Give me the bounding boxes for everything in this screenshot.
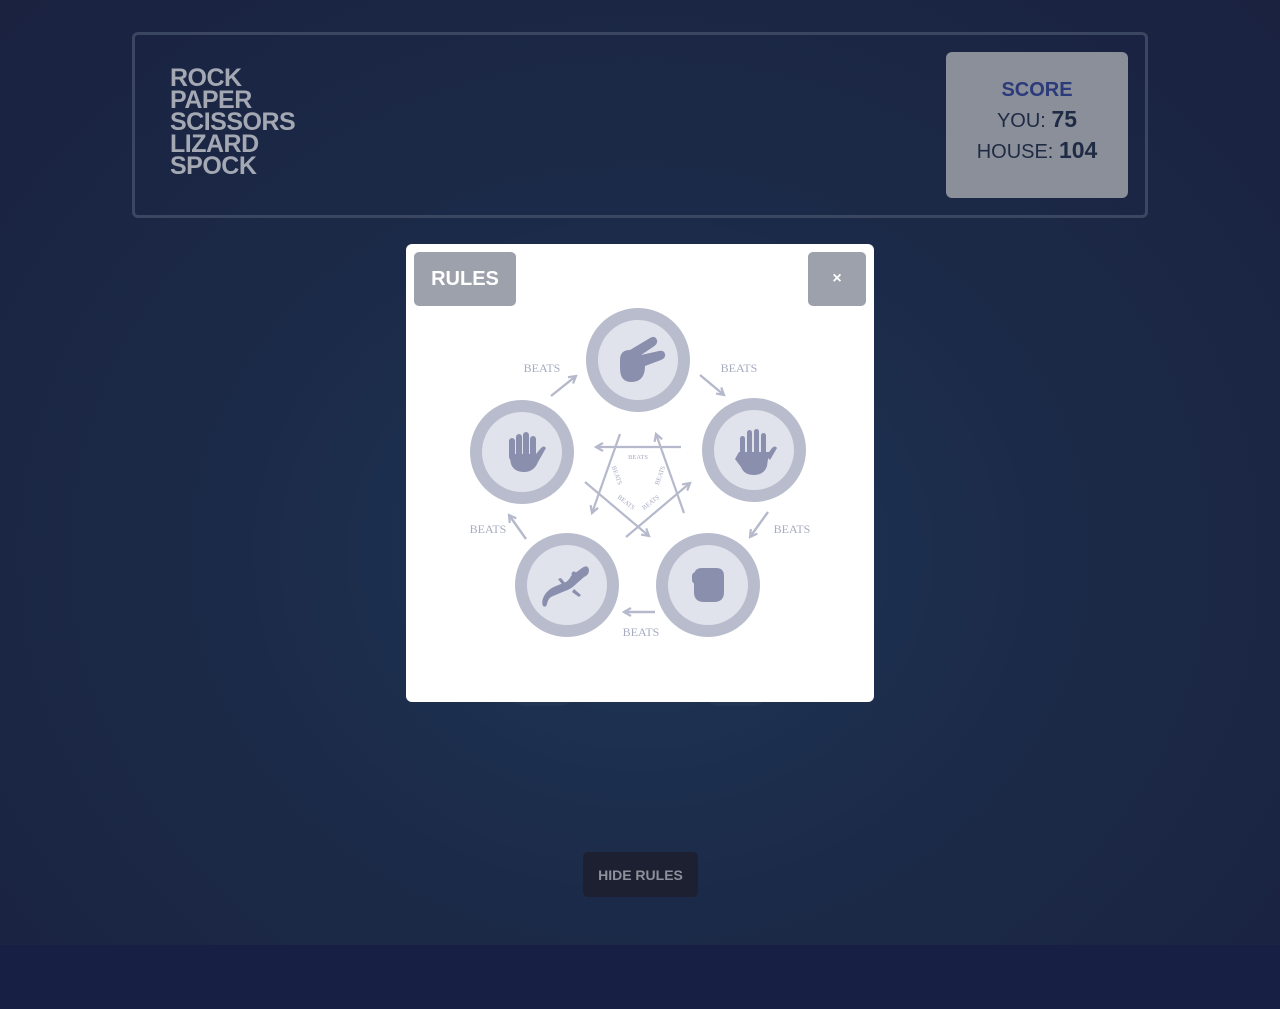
hide-rules-button[interactable]: HIDE RULES	[583, 852, 698, 897]
beats-label: BEATS	[774, 522, 811, 536]
footer-band	[0, 945, 1280, 1009]
inner-beats-labels: BEATS BEATS BEATS BEATS BEATS	[610, 454, 668, 512]
beats-label: BEATS	[470, 522, 507, 536]
inner-beats-label: BEATS	[628, 454, 648, 461]
rules-diagram: BEATS BEATS BEATS BEATS BEATS BEATS BEAT…	[470, 308, 811, 639]
arrow-spock-scissors	[550, 376, 576, 397]
score-label: SCORE	[1001, 79, 1073, 101]
score-house-value: 104	[1058, 137, 1098, 163]
score-you: YOU: 75	[946, 106, 1128, 133]
arrow-lizard-spock	[509, 515, 527, 540]
beats-label: BEATS	[623, 625, 660, 639]
inner-arrow-4	[625, 483, 690, 538]
token-spock	[470, 400, 574, 504]
token-lizard	[515, 533, 619, 637]
inner-beats-label: BEATS	[610, 465, 624, 486]
inner-beats-label: BEATS	[616, 494, 636, 512]
token-scissors	[586, 308, 690, 412]
inner-arrow-3	[584, 481, 649, 536]
beats-label: BEATS	[721, 361, 758, 375]
score-box: SCORE YOU: 75 HOUSE: 104	[946, 52, 1128, 198]
score-you-label: YOU:	[996, 110, 1046, 132]
inner-beats-label: BEATS	[654, 465, 668, 486]
score-you-value: 75	[1051, 106, 1078, 132]
header: ROCK PAPER SCISSORS LIZARD SPOCK SCORE Y…	[132, 32, 1148, 218]
score-house: HOUSE: 104	[946, 137, 1128, 164]
rock-fist-icon	[692, 568, 724, 602]
game-title: ROCK PAPER SCISSORS LIZARD SPOCK	[170, 66, 296, 180]
close-button[interactable]: ×	[808, 252, 866, 306]
arrow-paper-rock	[750, 511, 769, 537]
rules-title-button[interactable]: RULES	[414, 252, 516, 306]
score-house-label: HOUSE:	[976, 141, 1054, 163]
rules-modal: BEATS BEATS BEATS BEATS BEATS BEATS BEAT…	[406, 244, 874, 702]
title-line-spock: SPOCK	[170, 152, 257, 180]
token-paper	[702, 398, 806, 502]
token-rock	[656, 533, 760, 637]
beats-label: BEATS	[524, 361, 561, 375]
inner-arrows	[584, 434, 690, 538]
arrow-scissors-paper	[699, 374, 724, 395]
